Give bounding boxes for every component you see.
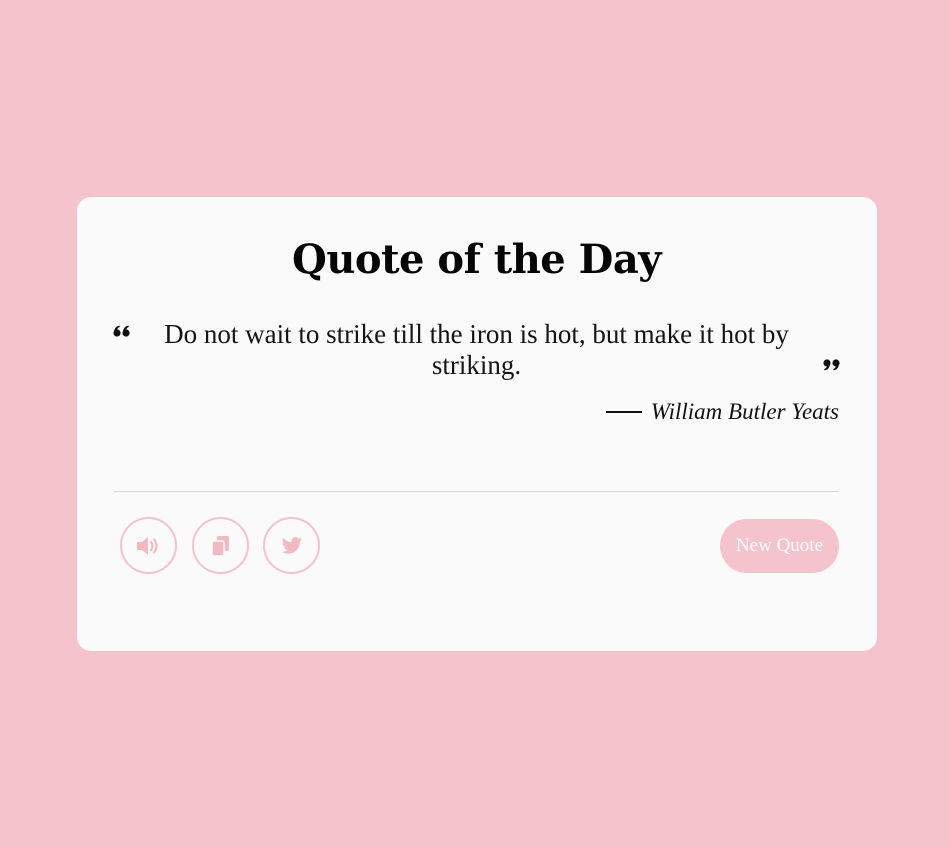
divider [114,491,839,492]
quote-right-icon [821,355,841,375]
author-dash [605,411,642,413]
page-title: Quote of the Day [291,236,662,283]
copy-button[interactable] [192,517,249,574]
quote-area: Do not wait to strike till the iron is h… [112,319,841,383]
quote-text: Do not wait to strike till the iron is h… [164,319,789,380]
new-quote-button[interactable]: New Quote [719,519,839,573]
author-row: William Butler Yeats [114,397,839,427]
twitter-icon [281,536,303,555]
quote-left-icon [112,322,132,342]
speech-button[interactable] [120,517,177,574]
controls-bar: New Quote [120,517,839,577]
twitter-button[interactable] [263,517,320,574]
volume-icon [136,535,162,557]
author-name: William Butler Yeats [650,399,839,424]
copy-icon [210,535,231,557]
quote-card: Quote of the Day Do not wait to strike t… [77,197,877,651]
